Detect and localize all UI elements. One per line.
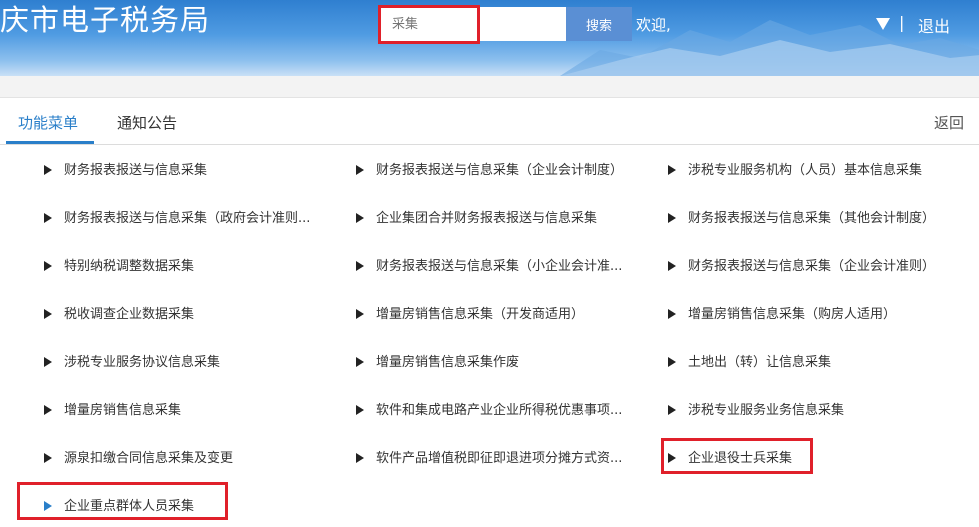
triangle-right-icon (44, 405, 52, 415)
site-title: 庆市电子税务局 (0, 3, 211, 37)
menu-item[interactable]: 软件和集成电路产业企业所得税优惠事项... (356, 399, 646, 423)
triangle-right-icon (668, 213, 676, 223)
search-button[interactable]: 搜索 (566, 7, 632, 41)
triangle-right-icon (44, 501, 52, 511)
menu-item[interactable]: 财务报表报送与信息采集（政府会计准则... (44, 207, 334, 231)
menu-item[interactable]: 财务报表报送与信息采集 (44, 159, 334, 183)
triangle-right-icon (44, 453, 52, 463)
triangle-right-icon (356, 261, 364, 271)
triangle-right-icon (356, 453, 364, 463)
menu-item[interactable]: 涉税专业服务协议信息采集 (44, 351, 334, 375)
triangle-right-icon (356, 405, 364, 415)
menu-item[interactable]: 财务报表报送与信息采集（企业会计准则） (668, 255, 973, 279)
triangle-right-icon (668, 453, 676, 463)
header-gap (0, 76, 979, 98)
menu-item[interactable]: 增量房销售信息采集（购房人适用） (668, 303, 973, 327)
triangle-right-icon (44, 213, 52, 223)
active-tab-indicator (6, 141, 94, 144)
menu-item[interactable]: 特别纳税调整数据采集 (44, 255, 334, 279)
back-link[interactable]: 返回 (934, 112, 964, 133)
triangle-right-icon (356, 213, 364, 223)
triangle-right-icon (44, 261, 52, 271)
menu-item[interactable]: 软件产品增值税即征即退进项分摊方式资... (356, 447, 646, 471)
menu-item[interactable]: 增量房销售信息采集作废 (356, 351, 646, 375)
triangle-right-icon (44, 309, 52, 319)
tab-function-menu[interactable]: 功能菜单 (18, 112, 78, 133)
chevron-down-icon[interactable] (876, 18, 890, 30)
welcome-text: 欢迎, (636, 16, 671, 34)
menu-item[interactable]: 土地出（转）让信息采集 (668, 351, 973, 375)
menu-item[interactable]: 财务报表报送与信息采集（其他会计制度） (668, 207, 973, 231)
menu-item-veteran-collection[interactable]: 企业退役士兵采集 (668, 447, 808, 471)
menu-item[interactable]: 增量房销售信息采集（开发商适用） (356, 303, 646, 327)
menu-item[interactable]: 财务报表报送与信息采集（小企业会计准... (356, 255, 646, 279)
menu-item[interactable]: 涉税专业服务业务信息采集 (668, 399, 973, 423)
menu-item[interactable]: 源泉扣缴合同信息采集及变更 (44, 447, 334, 471)
menu-item[interactable]: 税收调查企业数据采集 (44, 303, 334, 327)
triangle-right-icon (44, 165, 52, 175)
triangle-right-icon (356, 165, 364, 175)
tab-announcements[interactable]: 通知公告 (117, 112, 177, 133)
menu-item-key-group-staff[interactable]: 企业重点群体人员采集 (44, 495, 244, 519)
triangle-right-icon (668, 357, 676, 367)
menu-item[interactable]: 增量房销售信息采集 (44, 399, 334, 423)
menu-item[interactable]: 涉税专业服务机构（人员）基本信息采集 (668, 159, 973, 183)
logout-link[interactable]: 退出 (918, 13, 950, 37)
triangle-right-icon (668, 405, 676, 415)
triangle-right-icon (356, 357, 364, 367)
tab-bar: 功能菜单 通知公告 返回 (0, 99, 979, 145)
menu-item[interactable]: 企业集团合并财务报表报送与信息采集 (356, 207, 646, 231)
triangle-right-icon (356, 309, 364, 319)
triangle-right-icon (668, 309, 676, 319)
triangle-right-icon (668, 261, 676, 271)
triangle-right-icon (44, 357, 52, 367)
menu-item[interactable]: 财务报表报送与信息采集（企业会计制度） (356, 159, 646, 183)
search-input[interactable] (380, 7, 566, 41)
triangle-right-icon (668, 165, 676, 175)
header-separator: | (899, 13, 905, 32)
